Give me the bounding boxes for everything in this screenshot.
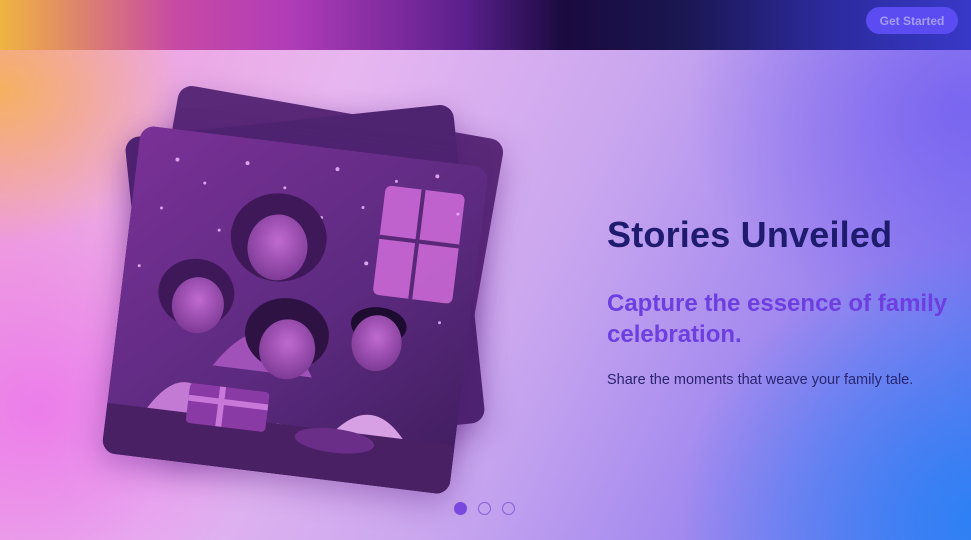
get-started-button[interactable]: Get Started [866, 7, 958, 34]
top-bar: Get Started [0, 0, 971, 50]
carousel-dot-2[interactable] [478, 502, 491, 515]
family-celebration-illustration [101, 124, 489, 496]
carousel-dot-3[interactable] [502, 502, 515, 515]
carousel-indicators [454, 502, 515, 515]
hero-section: Stories Unveiled Capture the essence of … [0, 50, 971, 540]
illustration-card-stack [0, 50, 560, 540]
page-title: Stories Unveiled [607, 214, 893, 255]
carousel-dot-1[interactable] [454, 502, 467, 515]
hero-subtitle: Capture the essence of family celebratio… [607, 290, 948, 348]
hero-description: Share the moments that weave your family… [607, 372, 914, 388]
